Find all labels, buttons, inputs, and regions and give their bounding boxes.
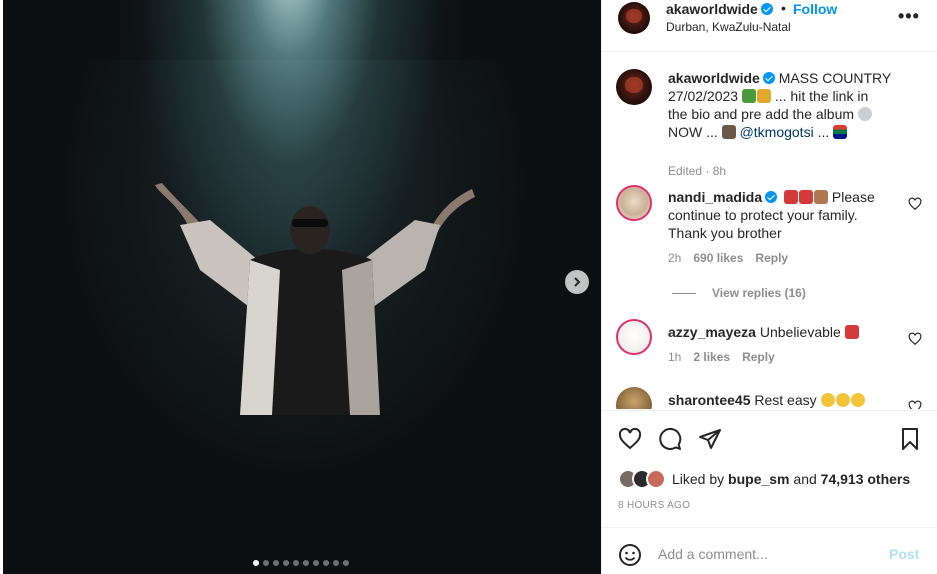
verified-badge-icon — [765, 191, 778, 203]
carousel-dot — [293, 560, 299, 566]
caption-avatar[interactable] — [616, 69, 652, 105]
comment-time[interactable]: 2h — [668, 251, 681, 265]
comment-meta: 2h 690 likes Reply — [668, 251, 800, 265]
comment-text: azzy_mayeza Unbelievable — [668, 323, 904, 341]
carousel-next-button[interactable] — [565, 270, 589, 294]
comment-username[interactable]: azzy_mayeza — [668, 324, 756, 340]
author-username[interactable]: akaworldwide — [666, 1, 773, 17]
caption-mention[interactable]: @tkmogotsi — [740, 124, 814, 140]
liked-by-others[interactable]: 74,913 others — [821, 471, 911, 487]
caption-username[interactable]: akaworldwide — [668, 70, 760, 86]
caption-line4b: ... — [817, 124, 830, 140]
liker-avatar[interactable] — [646, 469, 666, 489]
carousel-dot — [343, 560, 349, 566]
view-replies-label: View replies (16) — [712, 286, 806, 300]
likes-summary: Liked by bupe_sm and 74,913 others — [618, 469, 910, 489]
post-side-panel: akaworldwide • Follow Durban, KwaZulu-Na… — [601, 0, 937, 574]
bookmark-icon[interactable] — [898, 427, 922, 451]
likes-text: Liked by bupe_sm and 74,913 others — [672, 471, 910, 487]
comment-heart-icon[interactable] — [908, 332, 922, 346]
comment-body: Rest easy — [754, 392, 817, 408]
comment-line1: Please — [831, 189, 875, 205]
praying-hands-emoji-icon — [814, 190, 829, 204]
view-replies-button[interactable]: View replies (16) — [672, 286, 806, 300]
liked-by-and: and — [793, 471, 817, 487]
smiley-icon[interactable] — [618, 543, 642, 567]
comment-input[interactable] — [658, 543, 878, 565]
disc-emoji-icon — [857, 107, 872, 121]
frame-edge — [0, 0, 3, 574]
comment-text: nandi_madida Please continue to protect … — [668, 188, 904, 242]
commenter-avatar[interactable] — [616, 185, 652, 221]
comment-likes[interactable]: 690 likes — [693, 251, 743, 265]
comment-username[interactable]: sharontee45 — [668, 392, 750, 408]
carousel-dot — [303, 560, 309, 566]
carousel-dot — [313, 560, 319, 566]
commenter-avatar[interactable] — [616, 319, 652, 355]
post-timestamp[interactable]: 8 HOURS AGO — [618, 500, 690, 511]
verified-badge-icon — [762, 72, 775, 84]
cactus-emoji-icon — [741, 89, 756, 103]
verified-badge-icon — [760, 3, 773, 15]
comment-heart-icon[interactable] — [908, 197, 922, 211]
replies-divider — [672, 293, 696, 295]
carousel-dot — [273, 560, 279, 566]
comment-time[interactable]: 1h — [668, 350, 681, 364]
comment-icon[interactable] — [658, 427, 682, 451]
south-africa-flag-icon — [833, 125, 848, 139]
comment-username[interactable]: nandi_madida — [668, 189, 762, 205]
carousel-indicator — [253, 560, 349, 566]
post-image[interactable] — [0, 0, 601, 574]
caption-line2b: ... hit the link in — [774, 88, 869, 104]
chevron-right-icon — [574, 277, 581, 287]
comment-composer: Post — [602, 529, 937, 574]
crying-face-emoji-icon — [835, 393, 850, 407]
caption-time[interactable]: 8h — [713, 164, 726, 178]
liked-by-prefix: Liked by — [672, 471, 725, 487]
post-header: akaworldwide • Follow Durban, KwaZulu-Na… — [602, 0, 937, 52]
commenter-avatar[interactable] — [616, 387, 652, 409]
carousel-dot — [323, 560, 329, 566]
caption-text: akaworldwide MASS COUNTRY 27/02/2023 ...… — [668, 69, 904, 141]
post-location[interactable]: Durban, KwaZulu-Natal — [666, 20, 791, 34]
comment-heart-icon[interactable] — [908, 400, 922, 409]
more-options-button[interactable]: ••• — [898, 6, 920, 27]
comment-line3: Thank you brother — [668, 225, 782, 241]
carousel-dot — [253, 560, 259, 566]
caption-line2a: 27/02/2023 — [668, 88, 739, 104]
caption-meta: Edited · 8h — [668, 164, 727, 178]
post-actions: Liked by bupe_sm and 74,913 others 8 HOU… — [602, 410, 937, 528]
post-comment-button[interactable]: Post — [889, 546, 919, 562]
comment-line2: continue to protect your family. — [668, 207, 858, 223]
comment-reply-button[interactable]: Reply — [742, 350, 775, 364]
heart-icon[interactable] — [618, 427, 642, 451]
comment-reply-button[interactable]: Reply — [755, 251, 788, 265]
comment-meta: 1h 2 likes Reply — [668, 350, 787, 364]
caption-line4a: NOW ... — [668, 124, 718, 140]
comment-text: sharontee45 Rest easy — [668, 391, 904, 409]
follow-button[interactable]: Follow — [793, 1, 837, 17]
author-username-text[interactable]: akaworldwide — [666, 1, 758, 17]
caption-line3: the bio and pre add the album — [668, 106, 855, 122]
comment-likes[interactable]: 2 likes — [693, 350, 730, 364]
header-separator: • — [781, 0, 786, 16]
carousel-dot — [263, 560, 269, 566]
broken-heart-emoji-icon — [844, 325, 859, 339]
performer-silhouette — [155, 183, 475, 415]
camera-emoji-icon — [721, 125, 736, 139]
comments-list[interactable]: akaworldwide MASS COUNTRY 27/02/2023 ...… — [602, 53, 937, 409]
liked-by-user[interactable]: bupe_sm — [728, 471, 789, 487]
caption-line1: MASS COUNTRY — [778, 70, 892, 86]
crying-face-emoji-icon — [850, 393, 865, 407]
share-icon[interactable] — [698, 427, 722, 451]
broken-heart-emoji-icon — [799, 190, 814, 204]
author-avatar[interactable] — [618, 2, 650, 34]
caption-edited: Edited — [668, 164, 703, 178]
crying-face-emoji-icon — [820, 393, 835, 407]
carousel-dot — [333, 560, 339, 566]
comment-body: Unbelievable — [759, 324, 841, 340]
broken-heart-emoji-icon — [784, 190, 799, 204]
carousel-dot — [283, 560, 289, 566]
trophy-emoji-icon — [756, 89, 771, 103]
